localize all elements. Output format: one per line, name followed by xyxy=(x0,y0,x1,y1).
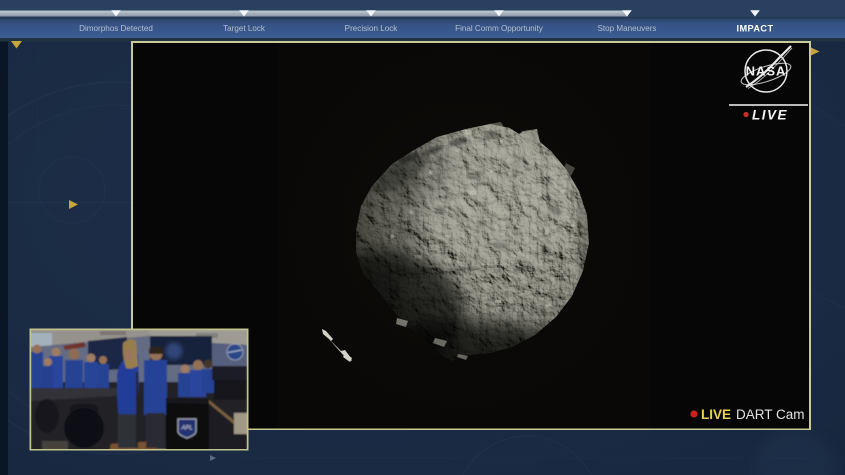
svg-text:Precision Lock: Precision Lock xyxy=(345,24,399,33)
svg-text:Final Comm Opportunity: Final Comm Opportunity xyxy=(455,24,544,33)
svg-text:Target Lock: Target Lock xyxy=(223,24,266,33)
svg-text:NASA: NASA xyxy=(746,64,787,79)
svg-text:DART Cam: DART Cam xyxy=(736,407,805,422)
svg-text:Stop Maneuvers: Stop Maneuvers xyxy=(598,24,657,33)
svg-text:Dimorphos Detected: Dimorphos Detected xyxy=(79,24,153,33)
svg-text:LIVE: LIVE xyxy=(752,108,788,123)
svg-text:LIVE: LIVE xyxy=(701,407,731,422)
svg-text:IMPACT: IMPACT xyxy=(737,24,774,34)
